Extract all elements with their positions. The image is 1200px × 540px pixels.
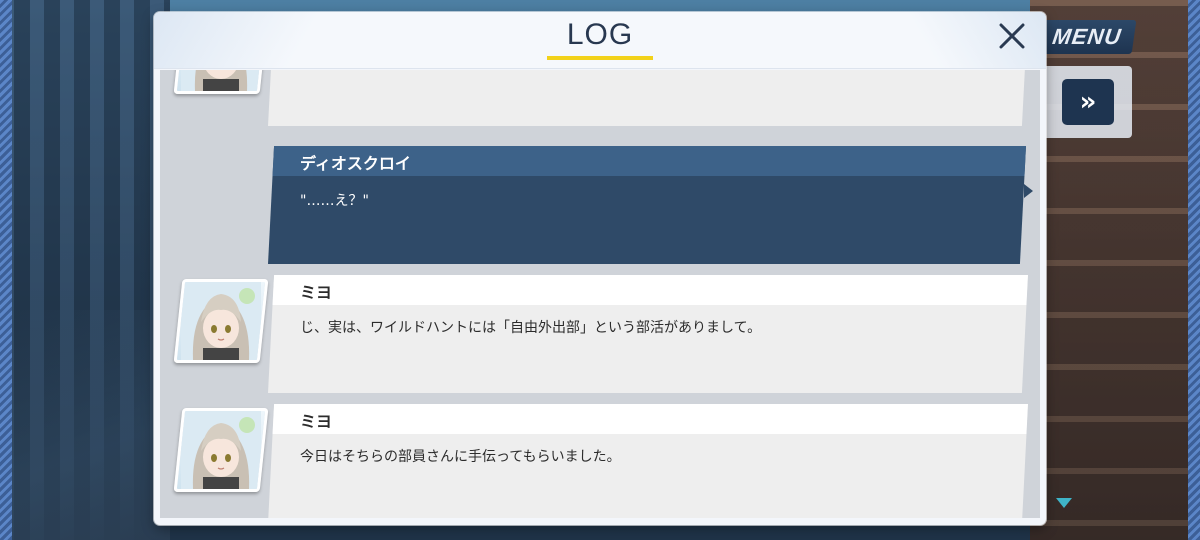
log-panel: LOG ディオスクロイ "……え？" ミヨ じ、実は、ワイルドハントには「自由外… <box>154 12 1046 525</box>
close-icon <box>999 23 1025 49</box>
scroll-down-icon[interactable] <box>1056 498 1072 508</box>
message-text: "……え？" <box>300 193 369 209</box>
speaker-name-bar <box>271 275 1028 305</box>
character-portrait-icon <box>181 282 261 360</box>
background-street <box>0 0 170 540</box>
log-entry: ミヨ じ、実は、ワイルドハントには「自由外出部」という部活がありまして。 <box>160 275 1040 393</box>
log-entry <box>160 70 1040 126</box>
frame-stripe-left <box>0 0 12 540</box>
avatar <box>173 70 269 94</box>
avatar <box>173 408 269 492</box>
message-bubble: ミヨ じ、実は、ワイルドハントには「自由外出部」という部活がありまして。 <box>268 275 1028 393</box>
frame-stripe-right <box>1188 0 1200 540</box>
menu-button[interactable]: MENU <box>1037 20 1137 54</box>
message-bubble-highlighted: ディオスクロイ "……え？" <box>268 146 1026 264</box>
log-title: LOG <box>566 18 634 51</box>
fast-forward-button[interactable]: » <box>1062 79 1114 125</box>
message-text: じ、実は、ワイルドハントには「自由外出部」という部活がありまして。 <box>300 320 762 336</box>
character-portrait-icon <box>181 70 261 91</box>
bubble-pointer <box>1024 184 1033 198</box>
log-entry: ミヨ 今日はそちらの部員さんに手伝ってもらいました。 <box>160 404 1040 518</box>
log-title-underline <box>547 56 653 60</box>
speaker-name: ディオスクロイ <box>300 154 411 173</box>
message-bubble <box>268 70 1028 126</box>
speaker-name: ミヨ <box>300 283 333 302</box>
log-entry: ディオスクロイ "……え？" <box>160 146 1040 264</box>
speaker-name: ミヨ <box>300 412 333 431</box>
message-bubble: ミヨ 今日はそちらの部員さんに手伝ってもらいました。 <box>268 404 1028 518</box>
speaker-name-bar <box>271 404 1028 434</box>
log-header: LOG <box>154 12 1046 69</box>
message-text: 今日はそちらの部員さんに手伝ってもらいました。 <box>300 449 621 465</box>
log-scroll-area[interactable]: ディオスクロイ "……え？" ミヨ じ、実は、ワイルドハントには「自由外出部」と… <box>160 70 1040 518</box>
avatar <box>173 279 269 363</box>
character-portrait-icon <box>181 411 261 489</box>
close-button[interactable] <box>992 16 1032 56</box>
